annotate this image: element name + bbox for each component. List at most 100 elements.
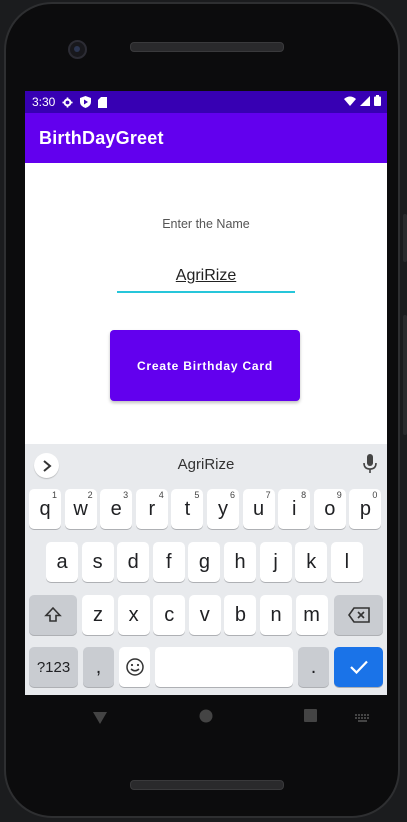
key-q[interactable]: q1 — [29, 489, 61, 529]
key-e-hint: 3 — [123, 490, 129, 500]
key-y-hint: 6 — [229, 490, 235, 500]
key-m[interactable]: m — [295, 595, 328, 635]
key-h[interactable]: h — [224, 542, 256, 582]
power-button — [403, 214, 407, 262]
key-v-label: v — [199, 603, 210, 626]
key-g[interactable]: g — [188, 542, 221, 582]
key-u-hint: 7 — [265, 490, 271, 500]
key-p-label: p — [359, 497, 371, 520]
soft-keyboard: AgriRize q1w2e3r4t5y6u7i8o9p0asdfghjklzx… — [25, 444, 387, 695]
suggestion-word[interactable]: AgriRize — [25, 456, 387, 473]
key-j-label: j — [273, 550, 278, 573]
sd-card-icon — [98, 96, 108, 108]
screen: 3:30 BirthDayGreet Enter the Name AgriRi… — [25, 91, 387, 695]
front-camera-icon — [68, 40, 87, 59]
key-d-label: d — [127, 550, 139, 573]
key-k[interactable]: k — [295, 542, 328, 582]
microphone-icon[interactable] — [363, 454, 377, 479]
key-r[interactable]: r4 — [135, 489, 168, 529]
key-y-label: y — [218, 497, 228, 520]
navigation-bar — [25, 695, 387, 739]
back-icon[interactable] — [93, 711, 107, 729]
key-a[interactable]: a — [46, 542, 78, 582]
key-p-hint: 0 — [372, 490, 378, 500]
key-q-hint: 1 — [51, 490, 57, 500]
name-input[interactable]: AgriRize — [117, 267, 295, 293]
key-c[interactable]: c — [153, 595, 186, 635]
key-m-label: m — [303, 603, 320, 626]
key-l-label: l — [344, 550, 350, 573]
key-j[interactable]: j — [259, 542, 292, 582]
emoji-key[interactable] — [119, 647, 150, 687]
status-time: 3:30 — [32, 95, 56, 109]
key-e[interactable]: e3 — [100, 489, 133, 529]
key-u[interactable]: u7 — [242, 489, 275, 529]
key-w-label: w — [73, 497, 88, 520]
play-protect-icon — [80, 96, 92, 108]
key-w-hint: 2 — [87, 490, 93, 500]
key-b-label: b — [234, 603, 246, 626]
key-b[interactable]: b — [224, 595, 257, 635]
space-key[interactable] — [155, 647, 293, 687]
key-o-hint: 9 — [336, 490, 342, 500]
key-f-label: f — [166, 550, 172, 573]
home-icon[interactable] — [199, 709, 213, 728]
volume-button — [403, 315, 407, 435]
period-key-label: . — [310, 655, 317, 678]
key-h-label: h — [234, 550, 246, 573]
key-g-label: g — [198, 550, 210, 573]
battery-icon — [374, 95, 381, 109]
key-w[interactable]: w2 — [64, 489, 97, 529]
create-birthday-card-button[interactable]: Create Birthday Card — [110, 330, 300, 401]
key-p[interactable]: p0 — [349, 489, 382, 529]
key-c-label: c — [164, 603, 175, 626]
enter-key[interactable] — [334, 647, 383, 687]
app-title: BirthDayGreet — [39, 127, 164, 148]
key-u-label: u — [253, 497, 265, 520]
key-t-label: t — [184, 497, 191, 520]
key-t[interactable]: t5 — [171, 489, 204, 529]
key-y[interactable]: y6 — [207, 489, 239, 529]
wifi-icon — [344, 95, 356, 109]
emoji-icon — [125, 658, 144, 676]
key-k-label: k — [306, 550, 317, 573]
key-e-label: e — [110, 497, 122, 520]
key-t-hint: 5 — [194, 490, 200, 500]
key-o-label: o — [324, 497, 336, 520]
settings-gear-icon — [62, 96, 73, 108]
key-s[interactable]: s — [81, 542, 114, 582]
shift-key[interactable] — [29, 595, 77, 635]
key-r-hint: 4 — [158, 490, 164, 500]
symbols-key[interactable]: ?123 — [29, 647, 78, 687]
key-f[interactable]: f — [152, 542, 185, 582]
comma-key-label: , — [95, 655, 102, 678]
overview-icon[interactable] — [304, 709, 317, 727]
top-speaker — [130, 42, 284, 52]
key-i[interactable]: i8 — [278, 489, 311, 529]
device-frame: 3:30 BirthDayGreet Enter the Name AgriRi… — [0, 0, 407, 822]
signal-icon — [360, 95, 370, 109]
key-q-label: q — [39, 497, 51, 520]
checkmark-icon — [349, 660, 368, 674]
key-i-label: i — [291, 497, 297, 520]
name-input-value: AgriRize — [175, 267, 237, 284]
bottom-speaker — [130, 780, 284, 790]
key-d[interactable]: d — [117, 542, 150, 582]
key-x[interactable]: x — [117, 595, 150, 635]
key-a-label: a — [56, 550, 68, 573]
period-key[interactable]: . — [298, 647, 329, 687]
name-label: Enter the Name — [162, 217, 250, 231]
comma-key[interactable]: , — [83, 647, 114, 687]
backspace-key[interactable] — [334, 595, 383, 635]
app-bar: BirthDayGreet — [25, 113, 387, 163]
key-l[interactable]: l — [330, 542, 363, 582]
status-bar: 3:30 — [25, 91, 387, 113]
key-v[interactable]: v — [188, 595, 221, 635]
key-o[interactable]: o9 — [313, 489, 346, 529]
key-i-hint: 8 — [301, 490, 307, 500]
key-n[interactable]: n — [260, 595, 292, 635]
key-z[interactable]: z — [82, 595, 114, 635]
key-z-label: z — [93, 603, 103, 626]
keyboard-switch-icon[interactable] — [355, 711, 371, 729]
suggestion-strip: AgriRize — [25, 444, 387, 486]
